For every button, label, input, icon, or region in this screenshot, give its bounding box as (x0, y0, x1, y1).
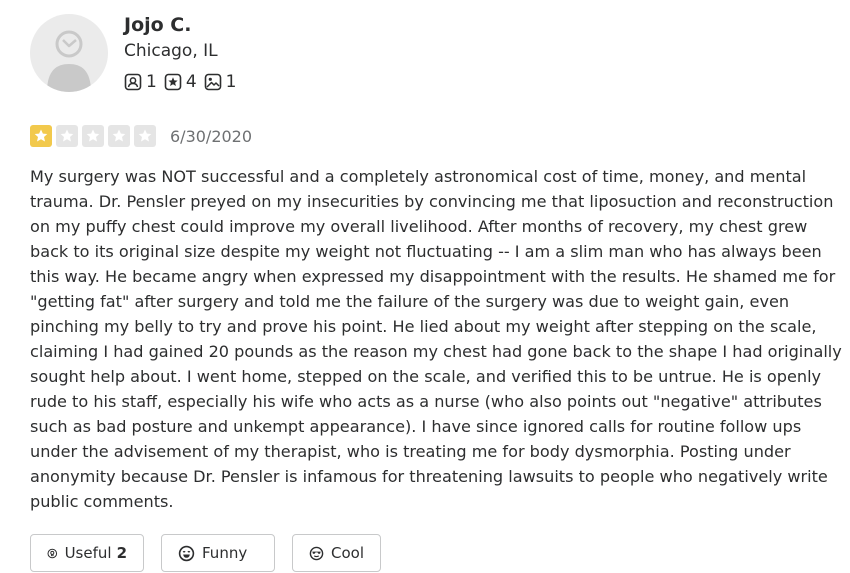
user-location: Chicago, IL (124, 41, 218, 61)
photos-icon (204, 73, 221, 91)
reviews-stat: 4 (164, 72, 197, 92)
funny-face-icon (178, 545, 195, 561)
lightbulb-icon (47, 548, 58, 558)
friends-stat: 1 (124, 72, 157, 92)
useful-label: Useful (64, 544, 112, 562)
star-reviews-icon (164, 73, 182, 91)
star-empty-icon (56, 125, 78, 147)
star-empty-icon (108, 125, 130, 147)
friends-icon (124, 73, 142, 91)
user-name[interactable]: Jojo C. (124, 14, 191, 36)
useful-count: 2 (116, 544, 127, 562)
review-date: 6/30/2020 (170, 126, 253, 146)
cool-button[interactable]: Cool (292, 534, 381, 572)
funny-label: Funny (202, 544, 248, 562)
review-actions: Useful 2 Funny Cool (30, 534, 398, 572)
cool-label: Cool (331, 544, 364, 562)
reviews-count: 4 (185, 72, 197, 92)
star-empty-icon (134, 125, 156, 147)
star-rating (30, 125, 160, 147)
star-filled-icon (30, 125, 52, 147)
review-rating-row: 6/30/2020 (30, 124, 252, 148)
default-avatar-icon (47, 30, 91, 92)
review-text: My surgery was NOT successful and a comp… (30, 167, 842, 511)
user-avatar[interactable] (30, 14, 108, 92)
photos-count: 1 (225, 72, 237, 92)
photos-stat: 1 (204, 72, 237, 92)
star-empty-icon (82, 125, 104, 147)
funny-button[interactable]: Funny (161, 534, 275, 572)
user-stats: 1 4 1 (124, 71, 243, 93)
friends-count: 1 (146, 72, 157, 92)
sunglasses-face-icon (309, 546, 324, 560)
useful-button[interactable]: Useful 2 (30, 534, 144, 572)
